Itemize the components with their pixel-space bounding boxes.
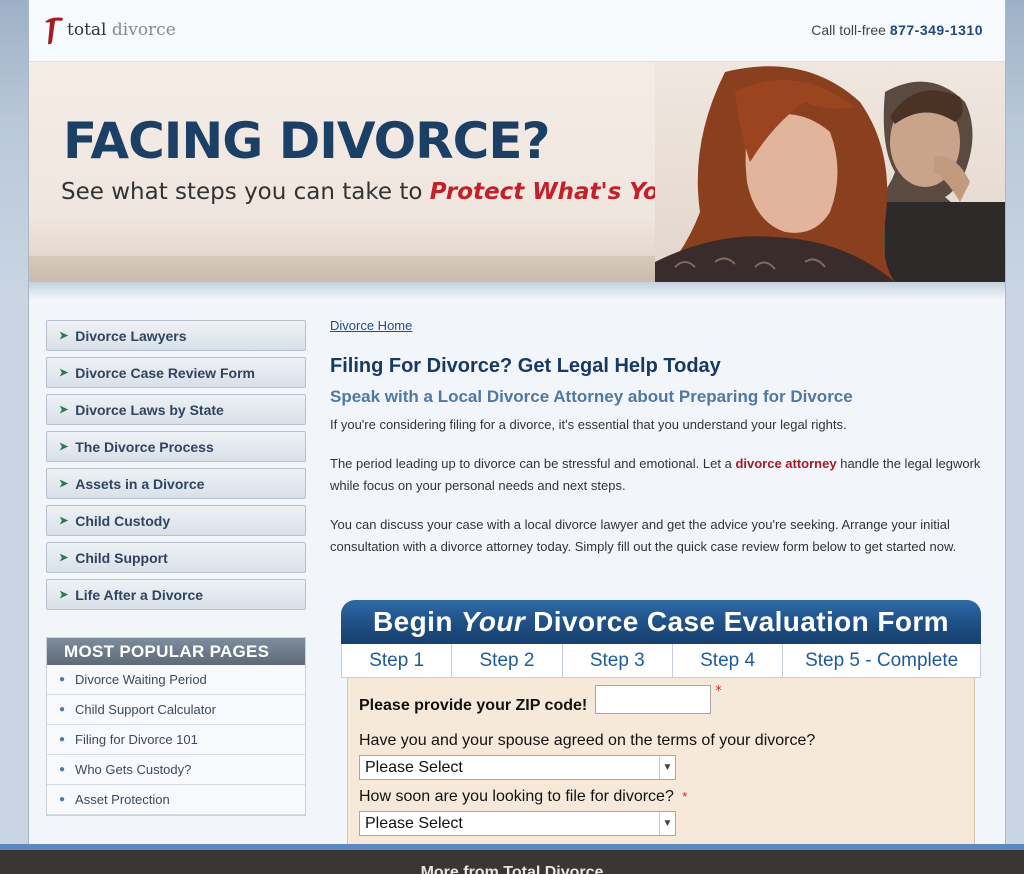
chevron-down-icon: ▼	[659, 812, 675, 835]
sidebar-item-label: Child Custody	[75, 512, 171, 529]
chevron-right-icon: ➤	[59, 441, 69, 453]
hero-title: FACING DIVORCE?	[63, 112, 550, 170]
popular-link-label: Asset Protection	[75, 792, 170, 807]
form-title-your: Your	[460, 606, 526, 637]
logo-text: total divorce	[67, 20, 176, 40]
popular-link[interactable]: ● Child Support Calculator	[47, 695, 305, 725]
sidebar-item-assets[interactable]: ➤ Assets in a Divorce	[46, 468, 306, 499]
hero-banner: FACING DIVORCE? See what steps you can t…	[29, 62, 1005, 282]
sidebar-item-divorce-process[interactable]: ➤ The Divorce Process	[46, 431, 306, 462]
sidebar-item-label: Divorce Case Review Form	[75, 364, 255, 381]
zip-row: Please provide your ZIP code! *	[359, 684, 964, 714]
form-body: Please provide your ZIP code! * Have you…	[347, 678, 975, 858]
divorce-attorney-link[interactable]: divorce attorney	[735, 456, 836, 471]
popular-link[interactable]: ● Filing for Divorce 101	[47, 725, 305, 755]
hero-shadow	[29, 282, 1005, 300]
logo-text-bold: total	[67, 20, 107, 40]
popular-pages-heading: MOST POPULAR PAGES	[47, 638, 305, 665]
popular-link-label: Who Gets Custody?	[75, 762, 192, 777]
sidebar-item-life-after[interactable]: ➤ Life After a Divorce	[46, 579, 306, 610]
popular-link-label: Divorce Waiting Period	[75, 672, 207, 687]
chevron-right-icon: ➤	[59, 330, 69, 342]
form-title-rest: Divorce Case Evaluation Form	[533, 606, 949, 637]
terms-agreed-value: Please Select	[365, 758, 463, 776]
filing-timeline-question: How soon are you looking to file for div…	[359, 788, 964, 806]
sidebar: ➤ Divorce Lawyers ➤ Divorce Case Review Fo…	[46, 320, 306, 816]
popular-link[interactable]: ● Asset Protection	[47, 785, 305, 815]
chevron-right-icon: ➤	[59, 404, 69, 416]
page-title: Filing For Divorce? Get Legal Help Today	[330, 355, 721, 377]
hero-subtitle-text: See what steps you can take to	[61, 179, 423, 205]
sidebar-item-case-review-form[interactable]: ➤ Divorce Case Review Form	[46, 357, 306, 388]
phone-contact: Call toll-free 877-349-1310	[811, 22, 983, 38]
page-subtitle: Speak with a Local Divorce Attorney abou…	[330, 387, 853, 406]
form-steps: Step 1 Step 2 Step 3 Step 4 Step 5 - Com…	[341, 644, 981, 678]
bullet-icon: ●	[59, 674, 66, 685]
popular-link-label: Filing for Divorce 101	[75, 732, 198, 747]
chevron-down-icon: ▼	[659, 756, 675, 779]
more-from-footer-text: More from Total Divorce	[420, 864, 604, 874]
site-logo[interactable]: total divorce	[43, 14, 176, 46]
hero-couple-photo	[655, 62, 1005, 282]
sidebar-item-label: Life After a Divorce	[75, 586, 204, 603]
zip-input[interactable]	[595, 684, 712, 714]
bullet-icon: ●	[59, 704, 66, 715]
intro-paragraph: If you're considering filing for a divor…	[330, 417, 847, 432]
logo-text-light: divorce	[111, 20, 176, 40]
sidebar-item-label: Divorce Laws by State	[75, 401, 224, 418]
breadcrumb-home-link[interactable]: Divorce Home	[330, 318, 995, 333]
zip-label: Please provide your ZIP code!	[359, 697, 588, 714]
sidebar-item-label: Assets in a Divorce	[75, 475, 205, 492]
step-4-tab: Step 4	[673, 644, 784, 677]
popular-link[interactable]: ● Divorce Waiting Period	[47, 665, 305, 695]
chevron-right-icon: ➤	[59, 515, 69, 527]
step-3-tab: Step 3	[563, 644, 673, 677]
attorney-paragraph: The period leading up to divorce can be …	[330, 453, 995, 497]
sidebar-item-label: The Divorce Process	[75, 438, 214, 455]
hero-subtitle: See what steps you can take to Protect W…	[61, 179, 709, 205]
sidebar-item-child-custody[interactable]: ➤ Child Custody	[46, 505, 306, 536]
sidebar-item-label: Child Support	[75, 549, 168, 566]
bullet-icon: ●	[59, 794, 66, 805]
sidebar-item-laws-by-state[interactable]: ➤ Divorce Laws by State	[46, 394, 306, 425]
chevron-right-icon: ➤	[59, 552, 69, 564]
form-title: Begin Your Divorce Case Evaluation Form	[341, 600, 981, 644]
chevron-right-icon: ➤	[59, 478, 69, 490]
attorney-paragraph-start: The period leading up to divorce can be …	[330, 456, 732, 471]
sidebar-item-child-support[interactable]: ➤ Child Support	[46, 542, 306, 573]
chevron-right-icon: ➤	[59, 589, 69, 601]
step-2-tab: Step 2	[452, 644, 563, 677]
filing-timeline-value: Please Select	[365, 814, 463, 832]
main-content: Divorce Home Filing For Divorce? Get Leg…	[330, 318, 995, 858]
terms-agreed-question: Have you and your spouse agreed on the t…	[359, 732, 816, 749]
popular-pages-box: MOST POPULAR PAGES ● Divorce Waiting Peri…	[46, 637, 306, 816]
consultation-paragraph: You can discuss your case with a local d…	[330, 517, 957, 554]
bullet-icon: ●	[59, 764, 66, 775]
page-container: total divorce Call toll-free 877-349-131…	[28, 0, 1006, 874]
filing-timeline-text: How soon are you looking to file for div…	[359, 788, 674, 805]
step-1-tab: Step 1	[342, 644, 453, 677]
phone-number[interactable]: 877-349-1310	[890, 22, 983, 38]
terms-agreed-select[interactable]: Please Select ▼	[359, 755, 676, 780]
chevron-right-icon: ➤	[59, 367, 69, 379]
form-title-begin: Begin	[373, 606, 453, 637]
case-evaluation-form: Begin Your Divorce Case Evaluation Form …	[341, 600, 981, 858]
bullet-icon: ●	[59, 734, 66, 745]
phone-prefix: Call toll-free	[811, 22, 886, 38]
sidebar-item-label: Divorce Lawyers	[75, 327, 187, 344]
step-5-tab: Step 5 - Complete	[805, 649, 959, 671]
logo-t-icon	[43, 14, 65, 46]
filing-timeline-select[interactable]: Please Select ▼	[359, 811, 676, 836]
popular-link-label: Child Support Calculator	[75, 702, 216, 717]
site-header: total divorce Call toll-free 877-349-131…	[29, 0, 1005, 62]
required-mark: *	[682, 789, 688, 804]
sidebar-item-divorce-lawyers[interactable]: ➤ Divorce Lawyers	[46, 320, 306, 351]
popular-link[interactable]: ● Who Gets Custody?	[47, 755, 305, 785]
required-mark: *	[715, 684, 722, 699]
